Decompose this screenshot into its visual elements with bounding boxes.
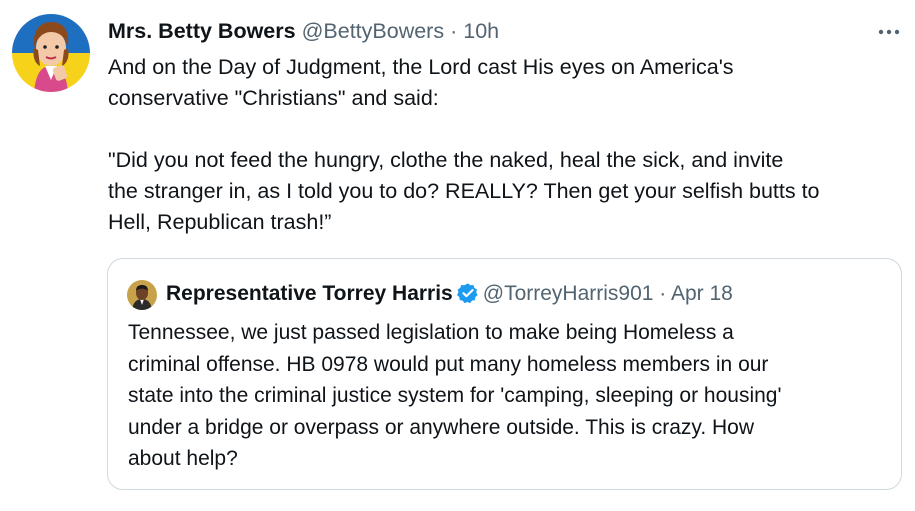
more-options-button[interactable] bbox=[875, 20, 903, 44]
author-handle[interactable]: @BettyBowers bbox=[302, 19, 445, 43]
tweet[interactable]: Mrs. Betty Bowers @BettyBowers · 10h And… bbox=[0, 0, 915, 511]
quoted-author-avatar-image bbox=[127, 280, 157, 310]
quoted-tweet[interactable]: Representative Torrey Harris @TorreyHarri… bbox=[107, 258, 902, 490]
separator-dot: · bbox=[450, 19, 458, 43]
quoted-author-avatar[interactable] bbox=[127, 280, 157, 310]
author-name[interactable]: Mrs. Betty Bowers bbox=[108, 19, 296, 43]
tweet-text: And on the Day of Judgment, the Lord cas… bbox=[108, 55, 820, 234]
verified-badge-icon bbox=[456, 282, 479, 304]
quoted-tweet-text: Tennessee, we just passed legislation to… bbox=[128, 321, 782, 470]
tweet-timestamp[interactable]: 10h bbox=[463, 19, 499, 43]
more-horizontal-icon bbox=[878, 29, 900, 35]
quoted-separator-dot: · bbox=[659, 282, 667, 305]
quoted-tweet-date[interactable]: Apr 18 bbox=[671, 282, 733, 305]
quoted-author-name[interactable]: Representative Torrey Harris bbox=[166, 282, 453, 305]
tweet-header: Mrs. Betty Bowers @BettyBowers · 10h bbox=[108, 16, 499, 46]
author-avatar-image bbox=[12, 14, 90, 92]
quoted-author-handle[interactable]: @TorreyHarris901 bbox=[483, 282, 654, 305]
author-avatar[interactable] bbox=[12, 14, 90, 92]
quoted-tweet-header: Representative Torrey Harris @TorreyHarri… bbox=[166, 279, 733, 309]
